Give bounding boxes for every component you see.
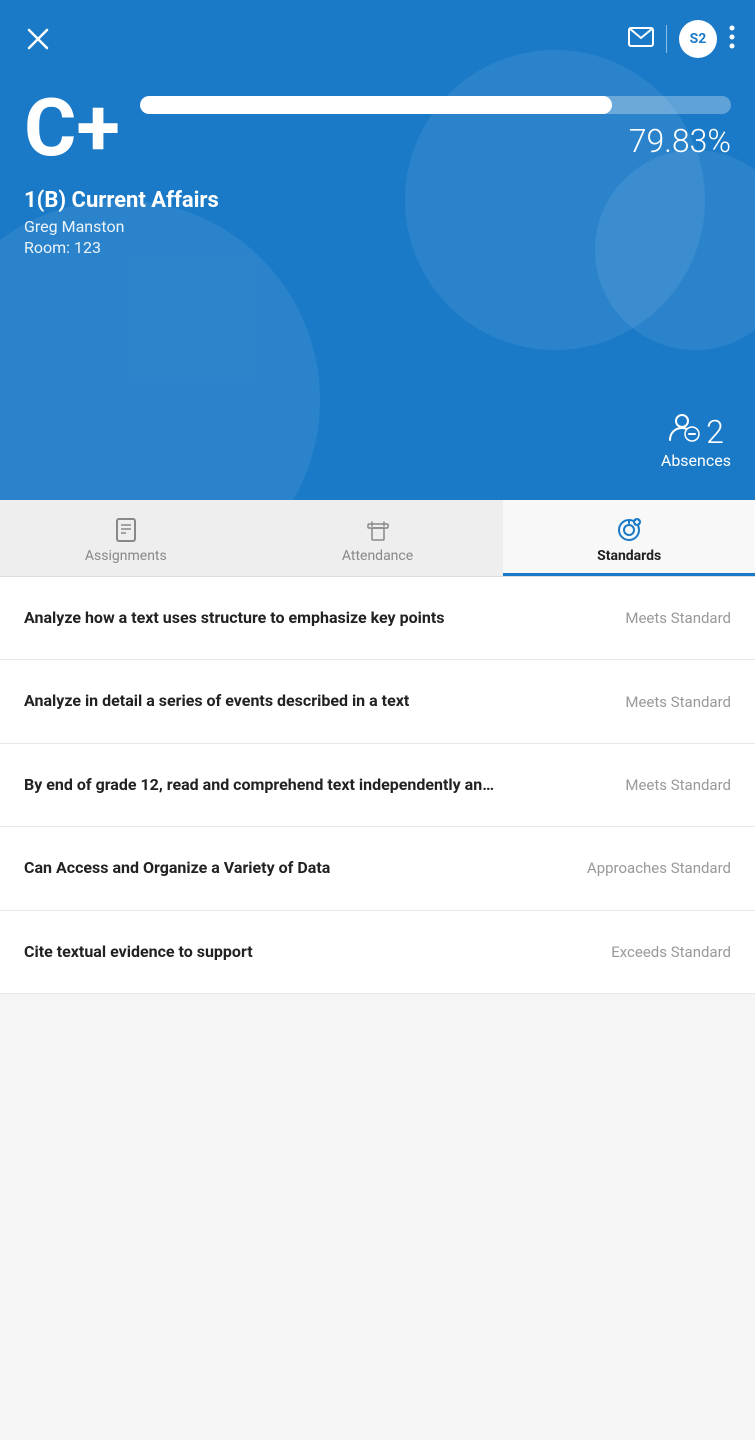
header: S2 C+ 79.83% 1(B) Current Affairs [0, 0, 755, 500]
tab-assignments[interactable]: Assignments [0, 500, 252, 576]
room-info: Room: 123 [24, 238, 731, 257]
header-top-bar: S2 [0, 0, 755, 58]
class-info: 1(B) Current Affairs Greg Manston Room: … [0, 168, 755, 257]
assignments-icon [112, 516, 140, 544]
tab-assignments-label: Assignments [85, 548, 167, 564]
progress-bar-container [140, 96, 731, 114]
standards-list: Analyze how a text uses structure to emp… [0, 577, 755, 994]
mail-icon[interactable] [628, 27, 654, 52]
absences-icon-row: 2 [668, 412, 724, 451]
avatar[interactable]: S2 [679, 20, 717, 58]
tabs-bar: Assignments Attendance Standards [0, 500, 755, 577]
tab-attendance[interactable]: Attendance [252, 500, 504, 576]
standards-icon [615, 516, 643, 544]
header-divider [666, 25, 667, 53]
progress-bar-fill [140, 96, 612, 114]
close-button[interactable] [20, 21, 56, 57]
standard-text-2: Analyze in detail a series of events des… [24, 690, 601, 712]
standard-row[interactable]: Analyze in detail a series of events des… [0, 660, 755, 743]
grade-letter: C+ [24, 88, 120, 168]
grade-percent: 79.83% [140, 122, 731, 160]
standard-text-5: Cite textual evidence to support [24, 941, 601, 963]
standard-text-4: Can Access and Organize a Variety of Dat… [24, 857, 587, 879]
standard-text-3: By end of grade 12, read and comprehend … [24, 774, 601, 796]
absences-label: Absences [661, 451, 731, 470]
header-action-icons: S2 [628, 20, 735, 58]
standard-status-3: Meets Standard [601, 776, 731, 794]
class-name: 1(B) Current Affairs [24, 188, 731, 213]
absence-person-icon [668, 412, 700, 451]
standard-status-2: Meets Standard [601, 693, 731, 711]
tab-standards-label: Standards [597, 548, 661, 564]
absences-section: 2 Absences [661, 412, 731, 470]
standard-status-5: Exceeds Standard [601, 943, 731, 961]
teacher-name: Greg Manston [24, 217, 731, 236]
standard-row[interactable]: Cite textual evidence to support Exceeds… [0, 911, 755, 994]
more-options-icon[interactable] [729, 25, 735, 54]
grade-section: C+ 79.83% [0, 58, 755, 168]
absence-count: 2 [706, 413, 724, 451]
grade-bar-section: 79.83% [140, 96, 731, 160]
standard-row[interactable]: Can Access and Organize a Variety of Dat… [0, 827, 755, 910]
standard-row[interactable]: By end of grade 12, read and comprehend … [0, 744, 755, 827]
standard-status-1: Meets Standard [601, 609, 731, 627]
standard-status-4: Approaches Standard [587, 859, 731, 877]
standard-text-1: Analyze how a text uses structure to emp… [24, 607, 601, 629]
tab-attendance-label: Attendance [342, 548, 413, 564]
attendance-icon [364, 516, 392, 544]
tab-standards[interactable]: Standards [503, 500, 755, 576]
standard-row[interactable]: Analyze how a text uses structure to emp… [0, 577, 755, 660]
